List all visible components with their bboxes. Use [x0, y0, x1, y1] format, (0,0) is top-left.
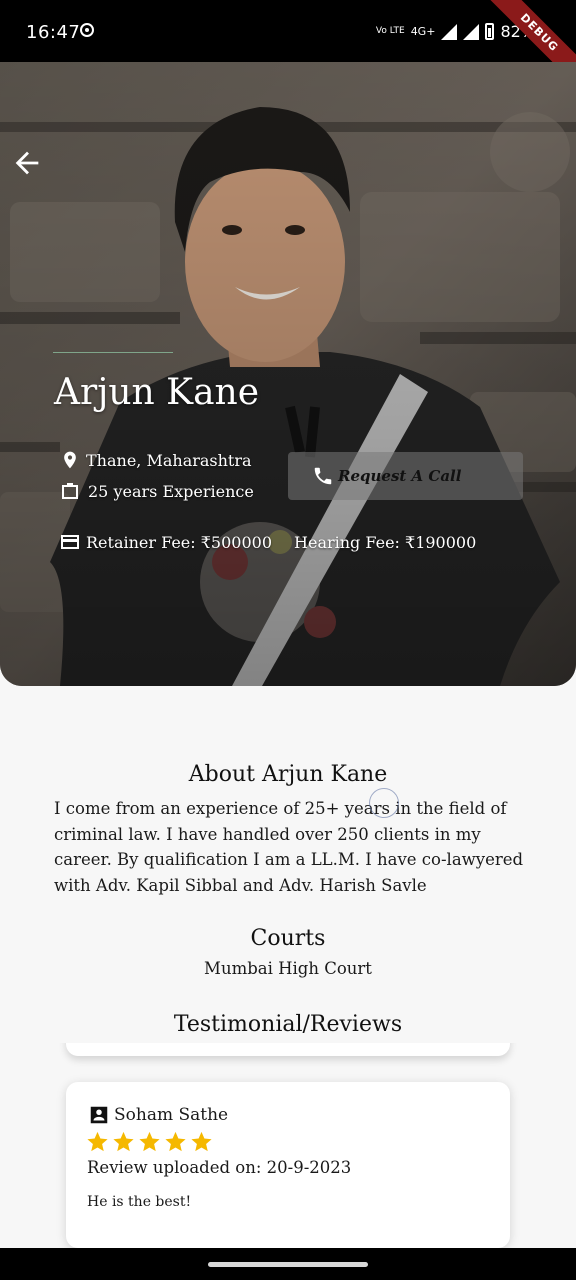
name-divider — [53, 352, 173, 353]
phone-icon — [314, 467, 332, 485]
reviewer-name: Soham Sathe — [114, 1105, 229, 1125]
wifi-icon — [441, 23, 458, 40]
star-icon — [139, 1131, 160, 1152]
fees-row: Retainer Fee: ₹500000 Hearing Fee: ₹1900… — [58, 530, 476, 554]
star-icon — [87, 1131, 108, 1152]
system-nav-bar — [0, 1248, 576, 1280]
status-time: 16:47 — [26, 22, 81, 43]
arrow-back-icon — [15, 151, 39, 175]
about-title: About Arjun Kane — [188, 762, 388, 787]
review-card: Soham Sathe Review uploaded on: 20-9-202… — [66, 1082, 510, 1248]
courts-value: Mumbai High Court — [204, 959, 372, 978]
credit-card-icon — [61, 535, 79, 549]
retainer-fee: Retainer Fee: ₹500000 — [86, 532, 273, 552]
review-text: He is the best! — [87, 1194, 192, 1210]
briefcase-icon — [62, 483, 78, 499]
record-icon — [80, 23, 94, 37]
star-icon — [165, 1131, 186, 1152]
home-gesture-handle[interactable] — [208, 1262, 368, 1267]
experience-text: 25 years Experience — [88, 481, 254, 501]
location-text: Thane, Maharashtra — [86, 450, 252, 470]
signal-icon — [463, 23, 480, 40]
location-pin-icon — [64, 451, 76, 469]
courts-title: Courts — [250, 926, 326, 951]
profile-hero: Arjun Kane Thane, Maharashtra 25 years E… — [0, 62, 576, 686]
review-date: Review uploaded on: 20-9-2023 — [87, 1158, 352, 1177]
about-text: I come from an experience of 25+ years i… — [54, 799, 524, 895]
experience-row: 25 years Experience — [58, 479, 254, 503]
star-icon — [191, 1131, 212, 1152]
lawyer-name: Arjun Kane — [54, 372, 260, 413]
network-type: 4G+ — [410, 25, 436, 38]
hearing-fee: Hearing Fee: ₹190000 — [294, 532, 477, 552]
reviews-title: Testimonial/Reviews — [173, 1012, 403, 1037]
battery-icon — [485, 23, 495, 40]
request-call-button[interactable]: Request A Call — [288, 452, 523, 500]
volte-icon: Vo LTE — [375, 26, 405, 36]
request-call-label: Request A Call — [338, 467, 462, 485]
location-row: Thane, Maharashtra — [60, 448, 252, 472]
reviewer-row: Soham Sathe — [88, 1104, 228, 1126]
touch-indicator — [369, 788, 399, 818]
status-icons: Vo LTE 4G+ 82% — [376, 22, 536, 41]
status-bar: 16:47 Vo LTE 4G+ 82% DEBUG — [0, 0, 576, 94]
star-icon — [113, 1131, 134, 1152]
rating-stars — [86, 1130, 213, 1153]
back-button[interactable] — [10, 146, 44, 180]
account-box-icon — [90, 1106, 108, 1124]
